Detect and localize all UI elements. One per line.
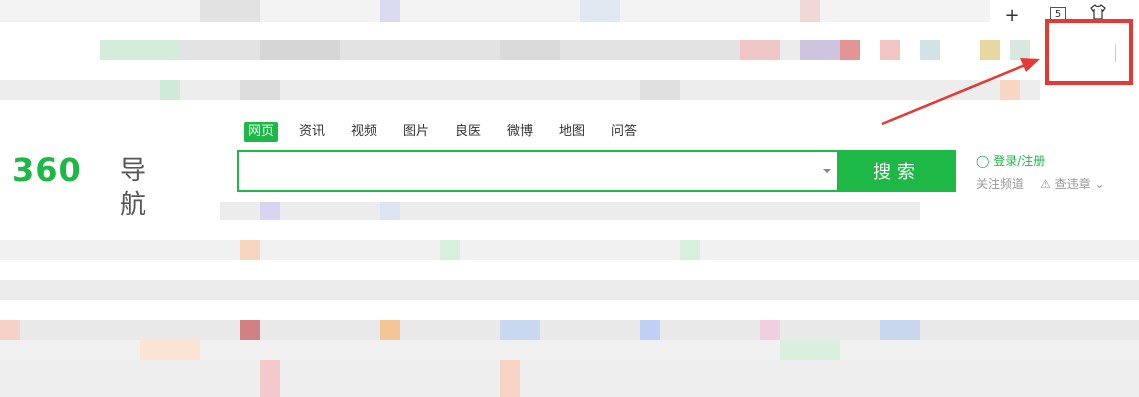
tab-qa[interactable]: 问答 xyxy=(611,122,637,142)
tab-web[interactable]: 网页 xyxy=(244,122,279,142)
logo-text: 导航 xyxy=(120,156,147,220)
search-box xyxy=(237,150,839,192)
dropdown-caret-icon[interactable] xyxy=(823,169,831,173)
login-label: 登录/注册 xyxy=(993,154,1046,168)
chevron-down-icon: ⌄ xyxy=(1094,177,1105,191)
user-icon: ◯ xyxy=(976,154,990,168)
tab-video[interactable]: 视频 xyxy=(351,122,377,142)
tab-news[interactable]: 资讯 xyxy=(299,122,325,142)
violation-link[interactable]: ⚠ 查违章 ⌄ xyxy=(1040,175,1105,192)
login-link[interactable]: ◯ 登录/注册 xyxy=(976,152,1045,169)
logo-number: 360 xyxy=(12,151,82,189)
tab-weibo[interactable]: 微博 xyxy=(507,122,533,142)
search-button[interactable]: 搜索 xyxy=(838,150,956,192)
tab-map[interactable]: 地图 xyxy=(559,122,585,142)
tab-doctor[interactable]: 良医 xyxy=(455,122,481,142)
tab-images[interactable]: 图片 xyxy=(403,122,429,142)
follow-channel-link[interactable]: 关注频道 xyxy=(976,175,1024,192)
violation-label: 查违章 xyxy=(1054,177,1091,191)
warning-icon: ⚠ xyxy=(1040,177,1051,191)
search-input[interactable] xyxy=(245,158,809,186)
